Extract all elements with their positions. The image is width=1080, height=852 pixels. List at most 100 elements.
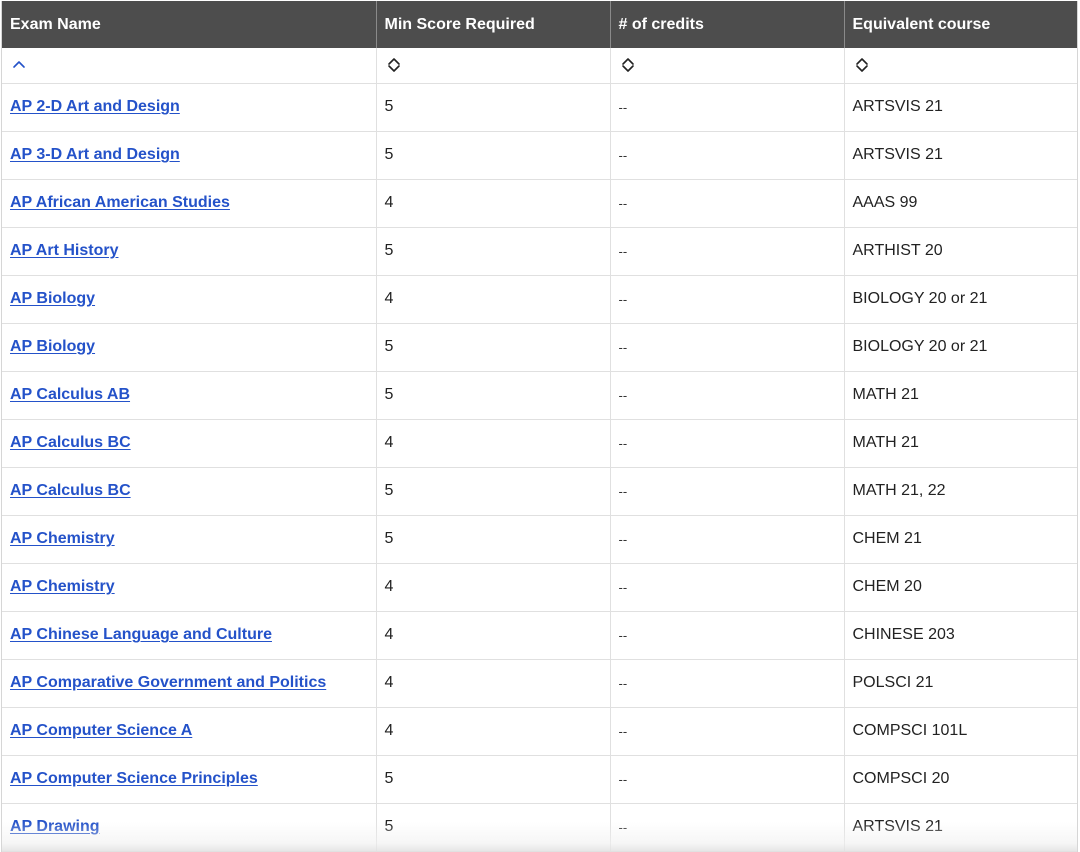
exam-name-cell: AP Calculus BC bbox=[2, 419, 377, 468]
credits-cell: -- bbox=[610, 755, 845, 804]
min-score-cell: 4 bbox=[376, 563, 611, 612]
exam-name-link[interactable]: AP 2-D Art and Design bbox=[10, 98, 180, 115]
equivalent-course-cell: CHEM 20 bbox=[844, 563, 1077, 612]
table-row: AP Art History 5 -- ARTHIST 20 bbox=[2, 227, 1077, 276]
equivalent-course-cell: MATH 21 bbox=[844, 419, 1077, 468]
table-row: AP Calculus BC 5 -- MATH 21, 22 bbox=[2, 467, 1077, 516]
table-body: AP 2-D Art and Design 5 -- ARTSVIS 21 AP 3-D… bbox=[2, 83, 1077, 852]
exam-name-link[interactable]: AP Comparative Government and Politics bbox=[10, 674, 326, 691]
min-score-cell: 4 bbox=[376, 179, 611, 228]
sort-both-icon[interactable] bbox=[619, 56, 637, 74]
table-row: AP 3-D Art and Design 5 -- ARTSVIS 21 bbox=[2, 131, 1077, 180]
min-score-cell: 5 bbox=[376, 755, 611, 804]
exam-name-link[interactable]: AP Chinese Language and Culture bbox=[10, 626, 272, 643]
exam-name-cell: AP Chinese Language and Culture bbox=[2, 611, 377, 660]
equivalent-course-cell: BIOLOGY 20 or 21 bbox=[844, 323, 1077, 372]
equivalent-course-cell: COMPSCI 20 bbox=[844, 755, 1077, 804]
min-score-cell: 5 bbox=[376, 371, 611, 420]
table-header-row: Exam Name Min Score Required # of credit… bbox=[2, 1, 1077, 48]
credits-cell: -- bbox=[610, 371, 845, 420]
credits-cell: -- bbox=[610, 131, 845, 180]
exam-name-link[interactable]: AP African American Studies bbox=[10, 194, 230, 211]
credits-cell: -- bbox=[610, 275, 845, 324]
min-score-cell: 4 bbox=[376, 419, 611, 468]
table-row: AP Comparative Government and Politics 4-… bbox=[2, 659, 1077, 708]
min-score-cell: 5 bbox=[376, 131, 611, 180]
exam-name-link[interactable]: AP Calculus BC bbox=[10, 434, 131, 451]
table-row: AP Biology 4 -- BIOLOGY 20 or 21 bbox=[2, 275, 1077, 324]
table-row: AP Biology 5 -- BIOLOGY 20 or 21 bbox=[2, 323, 1077, 372]
min-score-cell: 4 bbox=[376, 659, 611, 708]
credits-cell: -- bbox=[610, 611, 845, 660]
table-row: AP Chinese Language and Culture 4 -- CHINES… bbox=[2, 611, 1077, 660]
exam-name-cell: AP Comparative Government and Politics bbox=[2, 659, 377, 708]
exam-name-link[interactable]: AP Calculus AB bbox=[10, 386, 130, 403]
exam-credit-table: Exam Name Min Score Required # of credit… bbox=[2, 1, 1077, 852]
column-header-credits: # of credits bbox=[610, 1, 845, 48]
table-row: AP Chemistry 4 -- CHEM 20 bbox=[2, 563, 1077, 612]
exam-table-container: Exam Name Min Score Required # of credit… bbox=[1, 1, 1078, 852]
exam-name-cell: AP Art History bbox=[2, 227, 377, 276]
credits-cell: -- bbox=[610, 179, 845, 228]
table-row: AP Chemistry 5 -- CHEM 21 bbox=[2, 515, 1077, 564]
exam-name-cell: AP Calculus BC bbox=[2, 467, 377, 516]
credits-cell: -- bbox=[610, 515, 845, 564]
exam-name-link[interactable]: AP 3-D Art and Design bbox=[10, 146, 180, 163]
table-row: AP Calculus BC 4 -- MATH 21 bbox=[2, 419, 1077, 468]
exam-name-cell: AP Calculus AB bbox=[2, 371, 377, 420]
credits-cell: -- bbox=[610, 803, 845, 852]
equivalent-course-cell: MATH 21, 22 bbox=[844, 467, 1077, 516]
exam-name-cell: AP Drawing bbox=[2, 803, 377, 852]
exam-name-link[interactable]: AP Biology bbox=[10, 338, 95, 355]
exam-name-cell: AP African American Studies bbox=[2, 179, 377, 228]
column-header-equivalent-course: Equivalent course bbox=[844, 1, 1077, 48]
equivalent-course-cell: BIOLOGY 20 or 21 bbox=[844, 275, 1077, 324]
min-score-cell: 5 bbox=[376, 227, 611, 276]
equivalent-course-cell: CHINESE 203 bbox=[844, 611, 1077, 660]
sort-cell-equivalent-course bbox=[844, 48, 1077, 84]
exam-name-link[interactable]: AP Computer Science A bbox=[10, 722, 192, 739]
min-score-cell: 5 bbox=[376, 323, 611, 372]
min-score-cell: 5 bbox=[376, 83, 611, 132]
column-header-min-score: Min Score Required bbox=[376, 1, 611, 48]
equivalent-course-cell: POLSCI 21 bbox=[844, 659, 1077, 708]
equivalent-course-cell: COMPSCI 101L bbox=[844, 707, 1077, 756]
exam-name-link[interactable]: AP Computer Science Principles bbox=[10, 770, 258, 787]
equivalent-course-cell: ARTSVIS 21 bbox=[844, 83, 1077, 132]
equivalent-course-cell: ARTSVIS 21 bbox=[844, 803, 1077, 852]
exam-name-cell: AP Computer Science Principles bbox=[2, 755, 377, 804]
sort-both-icon[interactable] bbox=[853, 56, 871, 74]
exam-name-link[interactable]: AP Chemistry bbox=[10, 530, 115, 547]
equivalent-course-cell: ARTSVIS 21 bbox=[844, 131, 1077, 180]
table-row: AP Drawing 5 -- ARTSVIS 21 bbox=[2, 803, 1077, 852]
column-header-exam-name: Exam Name bbox=[2, 1, 377, 48]
exam-name-link[interactable]: AP Chemistry bbox=[10, 578, 115, 595]
credits-cell: -- bbox=[610, 563, 845, 612]
exam-name-cell: AP Chemistry bbox=[2, 515, 377, 564]
exam-name-cell: AP 3-D Art and Design bbox=[2, 131, 377, 180]
credits-cell: -- bbox=[610, 83, 845, 132]
credits-cell: -- bbox=[610, 707, 845, 756]
sort-cell-credits bbox=[610, 48, 845, 84]
table-row: AP Calculus AB 5 -- MATH 21 bbox=[2, 371, 1077, 420]
exam-name-link[interactable]: AP Biology bbox=[10, 290, 95, 307]
table-row: AP Computer Science Principles 5 -- COMPSCI… bbox=[2, 755, 1077, 804]
equivalent-course-cell: MATH 21 bbox=[844, 371, 1077, 420]
credits-cell: -- bbox=[610, 227, 845, 276]
exam-name-link[interactable]: AP Art History bbox=[10, 242, 118, 259]
exam-name-link[interactable]: AP Calculus BC bbox=[10, 482, 131, 499]
exam-name-cell: AP 2-D Art and Design bbox=[2, 83, 377, 132]
exam-name-link[interactable]: AP Drawing bbox=[10, 818, 100, 835]
min-score-cell: 5 bbox=[376, 515, 611, 564]
exam-name-cell: AP Computer Science A bbox=[2, 707, 377, 756]
sort-cell-exam-name bbox=[2, 48, 377, 84]
credits-cell: -- bbox=[610, 659, 845, 708]
sort-both-icon[interactable] bbox=[385, 56, 403, 74]
table-row: AP 2-D Art and Design 5 -- ARTSVIS 21 bbox=[2, 83, 1077, 132]
exam-name-cell: AP Biology bbox=[2, 323, 377, 372]
chevron-up-icon[interactable] bbox=[10, 56, 28, 74]
min-score-cell: 5 bbox=[376, 803, 611, 852]
credits-cell: -- bbox=[610, 419, 845, 468]
credits-cell: -- bbox=[610, 467, 845, 516]
sort-controls-row bbox=[2, 48, 1077, 84]
